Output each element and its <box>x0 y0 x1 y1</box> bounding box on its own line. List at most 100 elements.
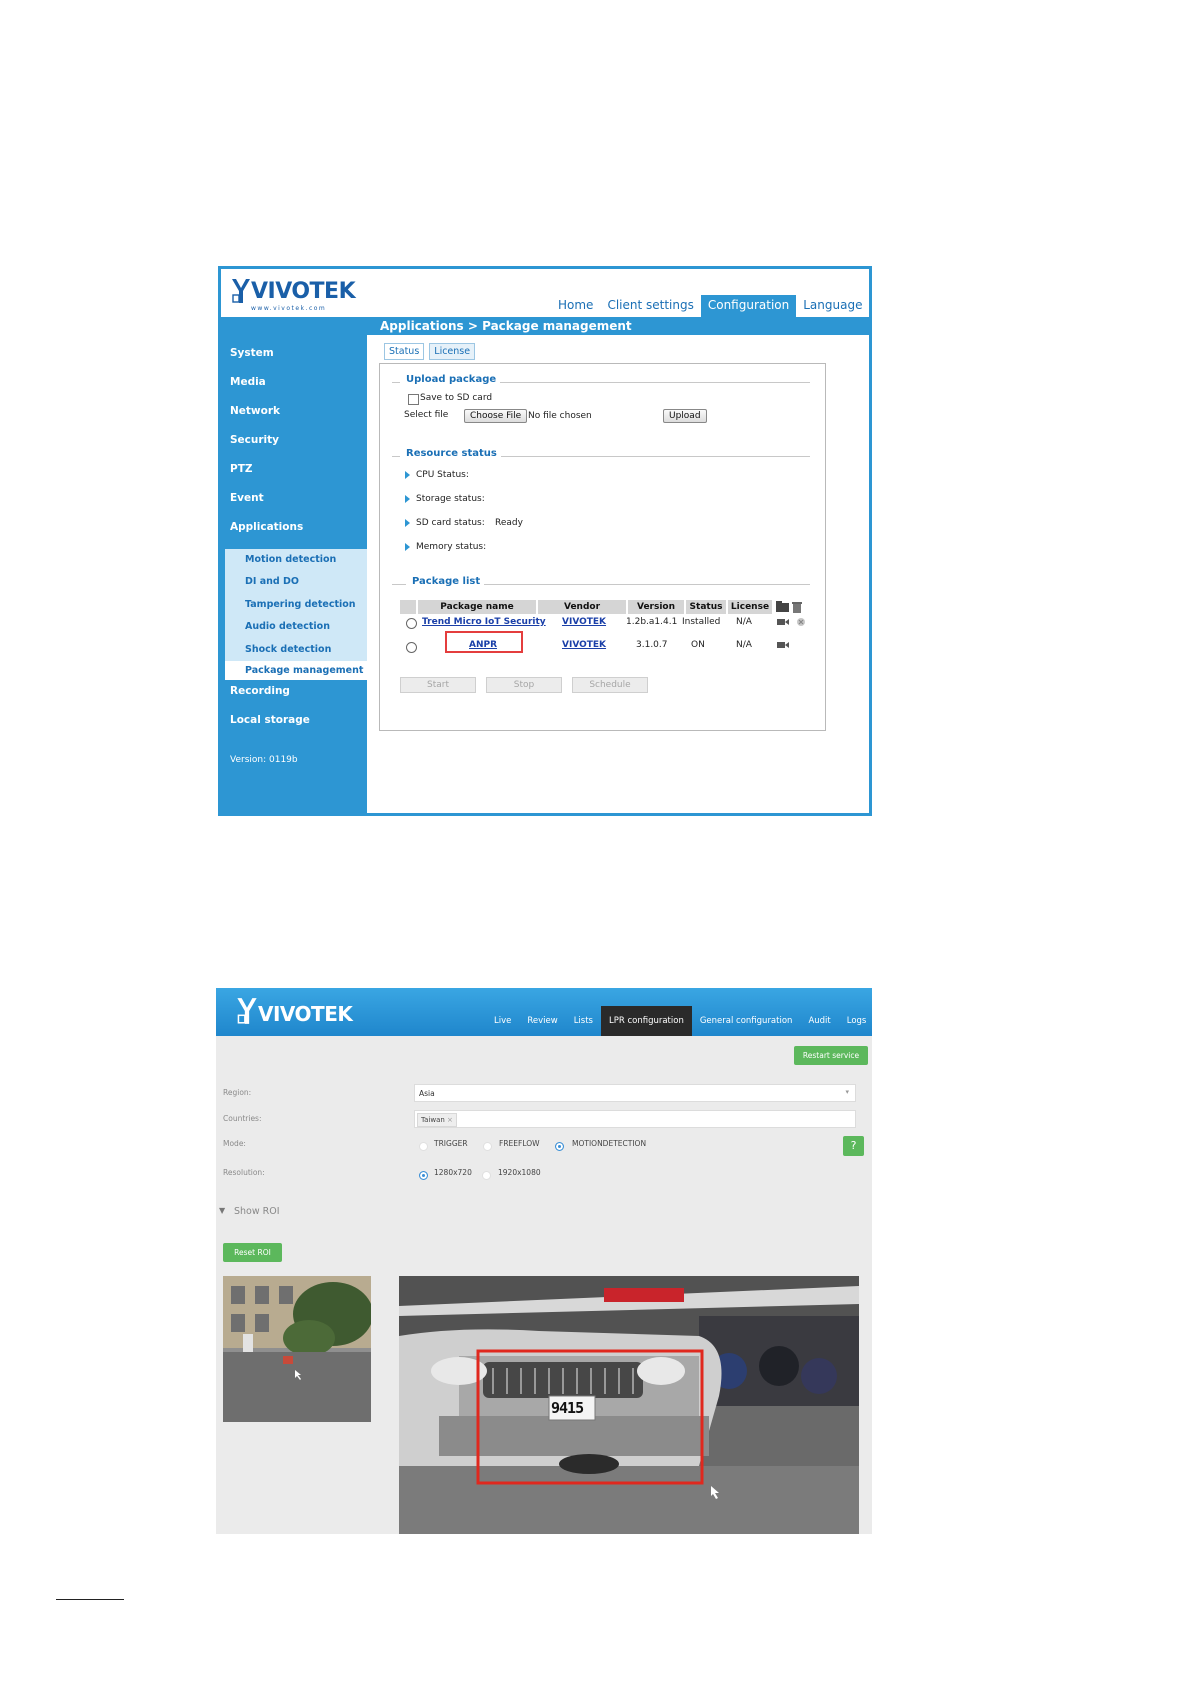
nav-audit[interactable]: Audit <box>800 1006 838 1036</box>
nav-live[interactable]: Live <box>486 1006 519 1036</box>
footer-rule <box>56 1599 124 1600</box>
sidebar-item-media[interactable]: Media <box>230 376 266 388</box>
upload-button[interactable]: Upload <box>663 409 707 423</box>
resolution-1080-label: 1920x1080 <box>498 1168 541 1177</box>
applications-submenu: Motion detection DI and DO Tampering det… <box>225 549 367 680</box>
sd-card-status-label: SD card status: <box>416 518 485 528</box>
chevron-down-icon: ▾ <box>845 1088 849 1096</box>
schedule-button[interactable]: Schedule <box>572 677 648 693</box>
vendor-link[interactable]: VIVOTEK <box>562 640 606 650</box>
mode-motiondetection-label: MOTIONDETECTION <box>572 1139 647 1148</box>
submenu-audio-detection[interactable]: Audio detection <box>245 621 330 632</box>
trash-icon <box>792 602 802 613</box>
expand-arrow-icon[interactable] <box>405 543 410 551</box>
nav-language[interactable]: Language <box>796 295 869 317</box>
start-button[interactable]: Start <box>400 677 476 693</box>
tab-status[interactable]: Status <box>384 343 425 360</box>
package-name-link[interactable]: ANPR <box>469 640 497 650</box>
tab-license[interactable]: License <box>429 343 476 360</box>
collapse-arrow-icon[interactable]: ▼ <box>219 1206 225 1215</box>
submenu-shock-detection[interactable]: Shock detection <box>245 644 331 655</box>
logo-url: www.vivotek.com <box>251 305 327 312</box>
nav-lpr-configuration[interactable]: LPR configuration <box>600 1006 692 1036</box>
sidebar-item-security[interactable]: Security <box>230 434 279 446</box>
camera-main-view[interactable]: 9415 <box>399 1276 859 1534</box>
package-management-screenshot: VIVOTEK www.vivotek.com Home Client sett… <box>218 266 872 816</box>
header-vendor: Vendor <box>538 600 626 614</box>
mode-trigger-radio[interactable] <box>419 1142 428 1151</box>
sidebar-item-ptz[interactable]: PTZ <box>230 463 252 475</box>
camera-icon[interactable] <box>777 641 789 649</box>
divider <box>480 584 810 585</box>
mode-freeflow-radio[interactable] <box>483 1142 492 1151</box>
divider <box>392 456 400 457</box>
package-status: ON <box>691 640 705 650</box>
sidebar-item-event[interactable]: Event <box>230 492 264 504</box>
header-status: Status <box>686 600 726 614</box>
upload-legend: Upload package <box>402 374 501 385</box>
mode-freeflow-label: FREEFLOW <box>499 1139 540 1148</box>
nav-logs[interactable]: Logs <box>839 1006 872 1036</box>
package-status: Installed <box>682 617 721 627</box>
nav-home[interactable]: Home <box>551 295 600 317</box>
package-panel: Upload package Save to SD card Select fi… <box>379 363 826 731</box>
restart-service-button[interactable]: Restart service <box>794 1046 868 1065</box>
nav-review[interactable]: Review <box>519 1006 565 1036</box>
vivotek-logo: VIVOTEK www.vivotek.com <box>231 275 361 315</box>
package-radio[interactable] <box>406 642 417 653</box>
sidebar-item-local-storage[interactable]: Local storage <box>230 714 310 726</box>
sidebar-item-network[interactable]: Network <box>230 405 280 417</box>
mode-motiondetection-radio[interactable] <box>555 1142 564 1151</box>
uninstall-icon[interactable] <box>796 617 806 627</box>
logo-brand: VIVOTEK <box>258 1002 353 1026</box>
sidebar-item-system[interactable]: System <box>230 347 274 359</box>
package-license: N/A <box>736 617 752 627</box>
header-select <box>400 600 416 614</box>
region-value: Asia <box>419 1089 435 1098</box>
divider <box>498 456 810 457</box>
save-sd-checkbox[interactable] <box>408 394 419 405</box>
resolution-1080-radio[interactable] <box>482 1171 491 1180</box>
expand-arrow-icon[interactable] <box>405 471 410 479</box>
lpr-nav: Live Review Lists LPR configuration Gene… <box>486 1006 872 1036</box>
resolution-label: Resolution: <box>223 1168 265 1177</box>
countries-input[interactable]: Taiwan × <box>414 1110 856 1128</box>
help-button[interactable]: ? <box>843 1136 864 1156</box>
header-version: Version <box>628 600 684 614</box>
vivotek-mark-icon <box>237 998 257 1024</box>
countries-label: Countries: <box>223 1114 262 1123</box>
submenu-tampering-detection[interactable]: Tampering detection <box>245 599 356 610</box>
choose-file-button[interactable]: Choose File <box>464 409 528 423</box>
submenu-motion-detection[interactable]: Motion detection <box>245 554 336 565</box>
reset-roi-button[interactable]: Reset ROI <box>223 1243 282 1262</box>
remove-tag-icon[interactable]: × <box>447 1116 453 1124</box>
nav-configuration[interactable]: Configuration <box>700 295 797 317</box>
storage-status-label: Storage status: <box>416 494 485 504</box>
nav-lists[interactable]: Lists <box>566 1006 601 1036</box>
country-tag[interactable]: Taiwan × <box>417 1113 457 1127</box>
camera-thumbnail[interactable] <box>223 1276 371 1422</box>
vivotek-mark-icon <box>232 279 250 303</box>
package-name-link[interactable]: Trend Micro IoT Security <box>422 617 546 627</box>
vendor-link[interactable]: VIVOTEK <box>562 617 606 627</box>
package-radio[interactable] <box>406 618 417 629</box>
submenu-di-do[interactable]: DI and DO <box>245 576 299 587</box>
submenu-package-management[interactable]: Package management <box>225 661 367 680</box>
sidebar-item-recording[interactable]: Recording <box>230 685 290 697</box>
breadcrumb-bar: Applications > Package management <box>221 317 869 335</box>
stop-button[interactable]: Stop <box>486 677 562 693</box>
nav-general-configuration[interactable]: General configuration <box>692 1006 801 1036</box>
firmware-version: Version: 0119b <box>230 755 298 765</box>
camera-icon[interactable] <box>777 618 789 626</box>
show-roi-toggle[interactable]: Show ROI <box>234 1206 280 1217</box>
logo-brand: VIVOTEK <box>251 279 356 304</box>
expand-arrow-icon[interactable] <box>405 495 410 503</box>
region-select[interactable]: Asia ▾ <box>414 1084 856 1102</box>
resolution-720-radio[interactable] <box>419 1171 428 1180</box>
expand-arrow-icon[interactable] <box>405 519 410 527</box>
nav-client-settings[interactable]: Client settings <box>600 295 700 317</box>
sd-card-status-value: Ready <box>495 518 523 528</box>
folder-icon <box>776 601 789 612</box>
sidebar-item-applications[interactable]: Applications <box>230 521 303 533</box>
region-label: Region: <box>223 1088 252 1097</box>
